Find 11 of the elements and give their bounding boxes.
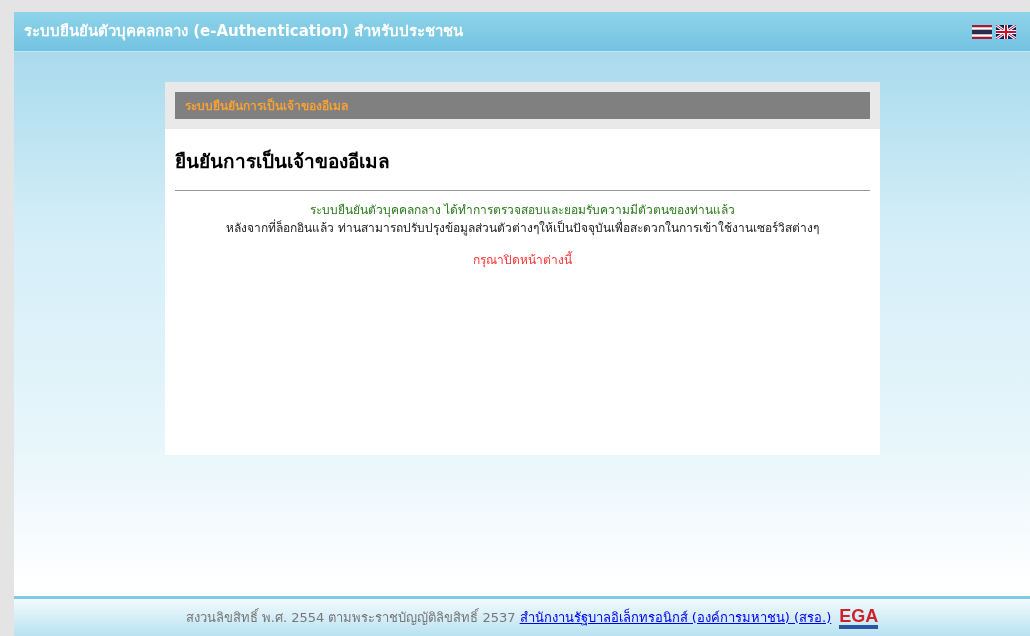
success-message: ระบบยืนยันตัวบุคคลกลาง ได้ทำการตรวจสอบและยอมรับความมีตัวตนของท่านแล้ว xyxy=(309,201,736,219)
close-window-notice: กรุณาปิดหน้าต่างนี้ xyxy=(473,250,572,269)
thai-flag-icon[interactable] xyxy=(972,24,992,39)
uk-flag-icon[interactable] xyxy=(996,24,1016,39)
agency-logo: EGA xyxy=(839,606,879,629)
info-text: หลังจากที่ล็อกอินแล้ว ท่านสามารถปรับปรุงข้อมูลส่วนตัวต่างๆให้เป็นปัจจุบันเพื่อสะดวกในการเข้าใช้งานเซอร์วิสต่างๆ xyxy=(226,218,819,237)
page-heading: ยืนยันการเป็นเจ้าของอีเมล xyxy=(175,147,870,191)
agency-link[interactable]: สำนักงานรัฐบาลอิเล็กทรอนิกส์ (องค์การมหาชน) (สรอ.) xyxy=(519,607,832,628)
copyright-text: สงวนลิขสิทธิ์ พ.ศ. 2554 ตามพระราชบัญญัติลิขสิทธิ์ 2537 xyxy=(185,607,516,627)
panel-title: ระบบยืนยันการเป็นเจ้าของอีเมล xyxy=(185,97,348,115)
site-title: ระบบยืนยันตัวบุคคลกลาง (e-Authentication) สำหรับประชาชน xyxy=(24,21,464,43)
